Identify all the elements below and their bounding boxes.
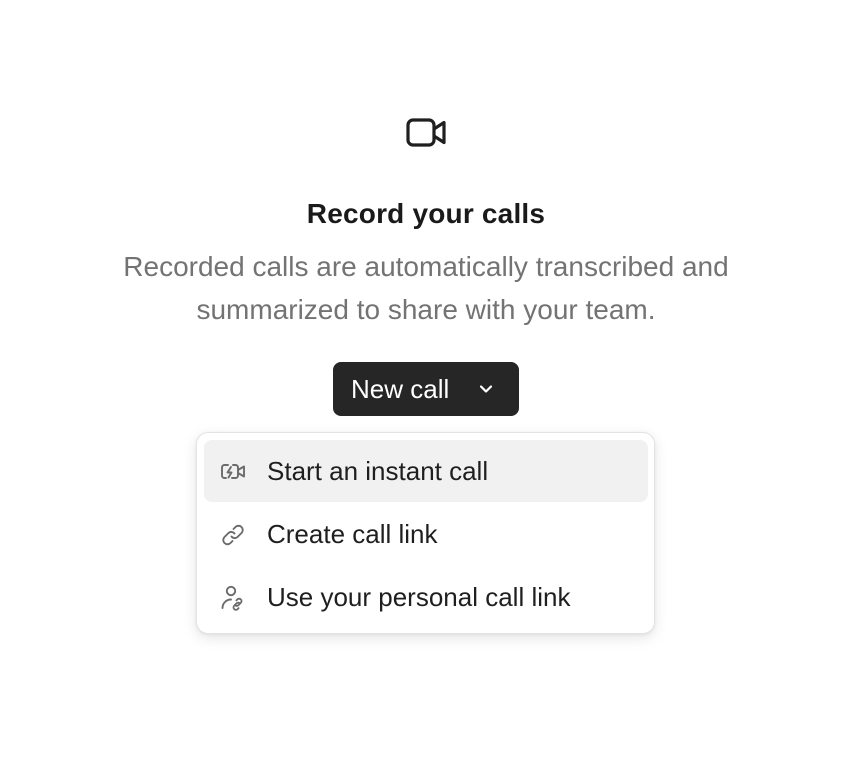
menu-item-start-instant-call[interactable]: Start an instant call xyxy=(204,440,648,502)
menu-item-personal-call-link[interactable]: Use your personal call link xyxy=(204,566,648,628)
new-call-dropdown-menu: Start an instant call Create call link U… xyxy=(196,432,655,634)
new-call-button-label: New call xyxy=(351,374,450,404)
chevron-down-icon xyxy=(479,385,493,393)
instant-call-icon xyxy=(221,464,245,479)
menu-item-label: Create call link xyxy=(267,519,438,549)
empty-state-description: Recorded calls are automatically transcr… xyxy=(123,251,729,325)
new-call-button[interactable]: New call xyxy=(333,362,519,416)
link-icon xyxy=(222,524,244,546)
menu-item-label: Start an instant call xyxy=(267,456,489,486)
empty-state-title: Record your calls xyxy=(306,198,546,229)
menu-item-label: Use your personal call link xyxy=(267,582,571,612)
empty-state-page: Record your calls Recorded calls are aut… xyxy=(0,0,852,768)
personal-link-icon xyxy=(221,585,243,611)
video-camera-icon xyxy=(406,118,446,147)
menu-item-create-call-link[interactable]: Create call link xyxy=(204,503,648,565)
